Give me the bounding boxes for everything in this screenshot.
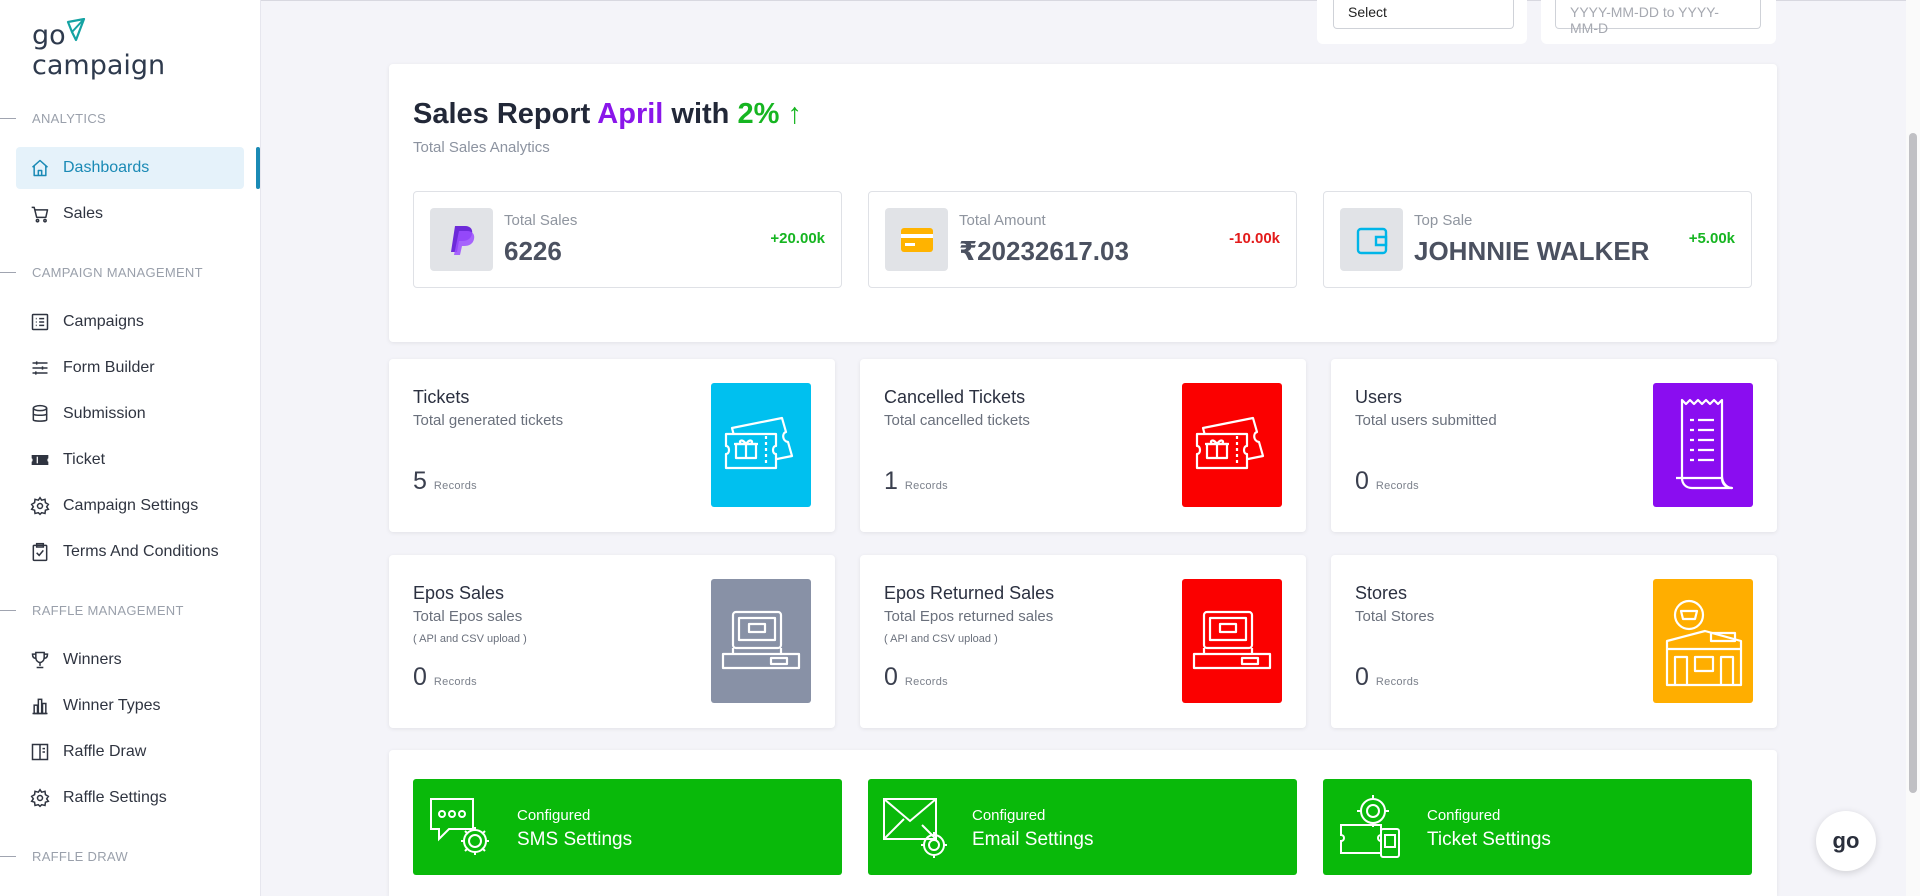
sidebar-item-label: Form Builder (63, 359, 155, 376)
card-users[interactable]: Users Total users submitted 0 Records (1331, 359, 1777, 532)
sidebar-item-ticket[interactable]: Ticket (16, 439, 244, 481)
email-gear-icon (883, 798, 947, 858)
card-stores[interactable]: Stores Total Stores 0 Records (1331, 555, 1777, 728)
sidebar-item-form-builder[interactable]: Form Builder (16, 347, 244, 389)
card-tickets[interactable]: Tickets Total generated tickets 5 Records (389, 359, 835, 532)
ticket-gift-icon (711, 383, 811, 507)
ticket-gift-icon (1182, 383, 1282, 507)
sidebar-item-winners[interactable]: Winners (16, 639, 244, 681)
arrow-up-icon: ↑ (787, 98, 802, 130)
svg-text:go: go (32, 20, 66, 51)
sidebar-item-label: Winner Types (63, 697, 161, 714)
sidebar-item-campaigns[interactable]: Campaigns (16, 301, 244, 343)
stat-total-sales: Total Sales 6226 +20.00k (413, 191, 842, 288)
card-cancelled-tickets[interactable]: Cancelled Tickets Total cancelled ticket… (860, 359, 1306, 532)
sidebar-item-campaign-settings[interactable]: Campaign Settings (16, 485, 244, 527)
sidebar-item-label: Sales (63, 205, 104, 222)
card-epos-returned-sales[interactable]: Epos Returned Sales Total Epos returned … (860, 555, 1306, 728)
store-icon (1653, 579, 1753, 703)
sidebar-item-label: Raffle Settings (63, 789, 167, 806)
ticket-icon (31, 455, 49, 465)
report-title: Sales Report April with 2% ↑ (413, 98, 802, 130)
sidebar-item-winner-types[interactable]: Winner Types (16, 685, 244, 727)
svg-text:campaign: campaign (32, 50, 165, 81)
sidebar-item-sales[interactable]: Sales (16, 193, 244, 235)
gear-icon (30, 788, 50, 808)
sidebar-item-terms[interactable]: Terms And Conditions (16, 531, 244, 573)
clipboard-check-icon (32, 542, 48, 562)
sidebar-item-label: Ticket (63, 451, 106, 468)
active-indicator (256, 147, 260, 189)
campaign-select[interactable]: Select (1333, 0, 1514, 29)
sidebar-item-raffle-draw[interactable]: Raffle Draw (16, 731, 244, 773)
sidebar-item-submission[interactable]: Submission (16, 393, 244, 435)
sidebar-item-label: Dashboards (63, 159, 150, 176)
app-logo[interactable]: go campaign (32, 17, 182, 82)
bar-chart-icon (32, 698, 48, 715)
date-range-input[interactable]: YYYY-MM-DD to YYYY-MM-D (1555, 0, 1761, 36)
credit-card-icon (885, 208, 948, 271)
home-icon (32, 159, 48, 177)
sms-gear-icon (430, 798, 489, 855)
wallet-icon (1340, 208, 1403, 271)
sidebar-item-label: Submission (63, 405, 146, 422)
sidebar-item-label: Campaign Settings (63, 497, 199, 514)
sms-settings-button[interactable]: Configured SMS Settings (413, 779, 842, 875)
section-analytics: ANALYTICS (0, 108, 106, 128)
sliders-icon (32, 361, 48, 375)
sidebar-item-label: Winners (63, 651, 122, 668)
sales-report-panel: Sales Report April with 2% ↑ Total Sales… (389, 64, 1777, 342)
sidebar-item-label: Terms And Conditions (63, 543, 219, 560)
receipt-icon (1653, 383, 1753, 507)
card-epos-sales[interactable]: Epos Sales Total Epos sales ( API and CS… (389, 555, 835, 728)
settings-panel: Configured SMS Settings Configured Email… (389, 750, 1777, 896)
sidebar: go campaign ANALYTICS Dashboards Sales C… (0, 0, 261, 896)
stat-total-amount: Total Amount ₹20232617.03 -10.00k (868, 191, 1297, 288)
sidebar-item-label: Raffle Draw (63, 743, 147, 760)
stat-top-sale: Top Sale JOHNNIE WALKER +5.00k (1323, 191, 1752, 288)
sidebar-item-dashboards[interactable]: Dashboards (16, 147, 244, 189)
ticket-settings-icon (1340, 795, 1400, 858)
cart-icon (31, 206, 49, 223)
email-settings-button[interactable]: Configured Email Settings (868, 779, 1297, 875)
scrollbar-thumb[interactable] (1909, 133, 1917, 793)
report-subtitle: Total Sales Analytics (413, 139, 550, 156)
trophy-icon (31, 651, 49, 669)
chat-widget-button[interactable]: go (1816, 811, 1876, 871)
section-raffle-management: RAFFLE MANAGEMENT (0, 600, 184, 620)
section-campaign-management: CAMPAIGN MANAGEMENT (0, 262, 203, 282)
sidebar-item-label: Campaigns (63, 313, 144, 330)
book-icon (31, 743, 49, 761)
ticket-settings-button[interactable]: Configured Ticket Settings (1323, 779, 1752, 875)
gear-icon (30, 496, 50, 516)
section-raffle-draw: RAFFLE DRAW (0, 846, 128, 866)
list-icon (31, 313, 49, 331)
sidebar-item-raffle-settings[interactable]: Raffle Settings (16, 777, 244, 819)
database-icon (32, 404, 48, 422)
cash-register-icon (711, 579, 811, 703)
cash-register-icon (1182, 579, 1282, 703)
paypal-icon (430, 208, 493, 271)
